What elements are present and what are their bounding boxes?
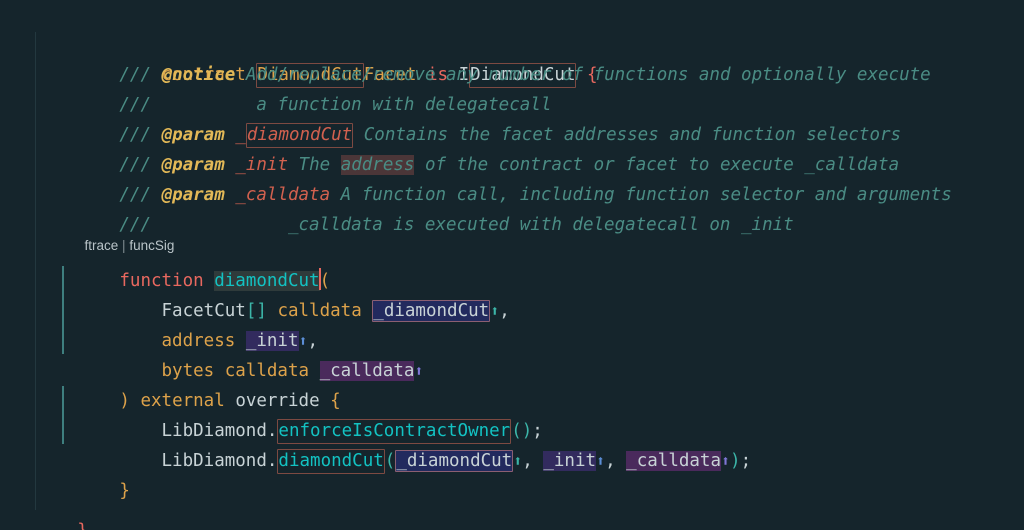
code-line-1[interactable]: contract DiamondCutFacet is IDiamondCut …: [0, 0, 1024, 88]
code-line-11[interactable]: bytes calldata _calldata⬆: [0, 326, 1024, 381]
code-line-14[interactable]: LibDiamond.diamondCut(_diamondCut⬆, _ini…: [0, 416, 1024, 474]
code-line-10[interactable]: address _init⬆,: [0, 296, 1024, 351]
code-line-2[interactable]: /// @notice Add/replace/remove any numbe…: [0, 30, 1024, 85]
code-line-15[interactable]: }: [0, 446, 1024, 501]
code-editor[interactable]: contract DiamondCutFacet is IDiamondCut …: [0, 0, 1024, 530]
code-line-3[interactable]: /// a function with delegatecall: [0, 60, 1024, 115]
code-line-8[interactable]: function diamondCut(: [0, 236, 1024, 291]
code-line-16[interactable]: }: [0, 486, 1024, 530]
code-line-7[interactable]: /// _calldata is executed with delegatec…: [0, 180, 1024, 235]
code-line-13[interactable]: LibDiamond.enforceIsContractOwner();: [0, 386, 1024, 444]
codelens-row[interactable]: ftrace | funcSig: [62, 210, 175, 253]
code-line-6[interactable]: /// @param _calldata A function call, in…: [0, 150, 1024, 205]
code-line-12[interactable]: ) external override {: [0, 356, 1024, 411]
code-surface[interactable]: contract DiamondCutFacet is IDiamondCut …: [0, 0, 1024, 530]
token-param3-continuation: _calldata is executed with delegatecall …: [287, 215, 794, 235]
code-line-5[interactable]: /// @param _init The address of the cont…: [0, 120, 1024, 175]
code-line-9[interactable]: FacetCut[] calldata _diamondCut⬆,: [0, 266, 1024, 322]
token-brace-close-contract: }: [77, 521, 88, 530]
code-line-4[interactable]: /// @param _diamondCut Contains the face…: [0, 90, 1024, 148]
